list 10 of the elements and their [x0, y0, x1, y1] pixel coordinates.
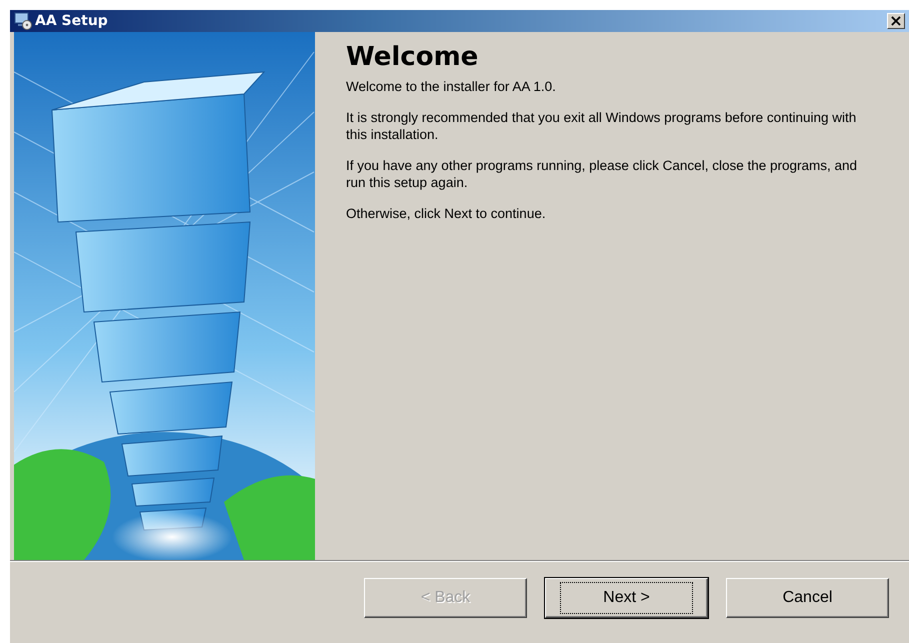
cancel-button[interactable]: Cancel [726, 578, 889, 618]
computer-disc-icon [14, 12, 32, 30]
close-button[interactable]: × [887, 13, 905, 29]
welcome-text: Welcome to the installer for AA 1.0. [346, 78, 557, 95]
welcome-text: Otherwise, click Next to continue. [346, 205, 547, 222]
window-title: AA Setup [35, 13, 109, 29]
welcome-text: If you have any other programs running, please click Cancel, close the programs, and run this setup again. [346, 157, 858, 191]
welcome-text: It is strongly recommended that you exit all Windows programs before continuing with this installation. [346, 109, 858, 143]
welcome-heading: Welcome [346, 42, 480, 72]
next-button[interactable]: Next > [545, 578, 708, 618]
